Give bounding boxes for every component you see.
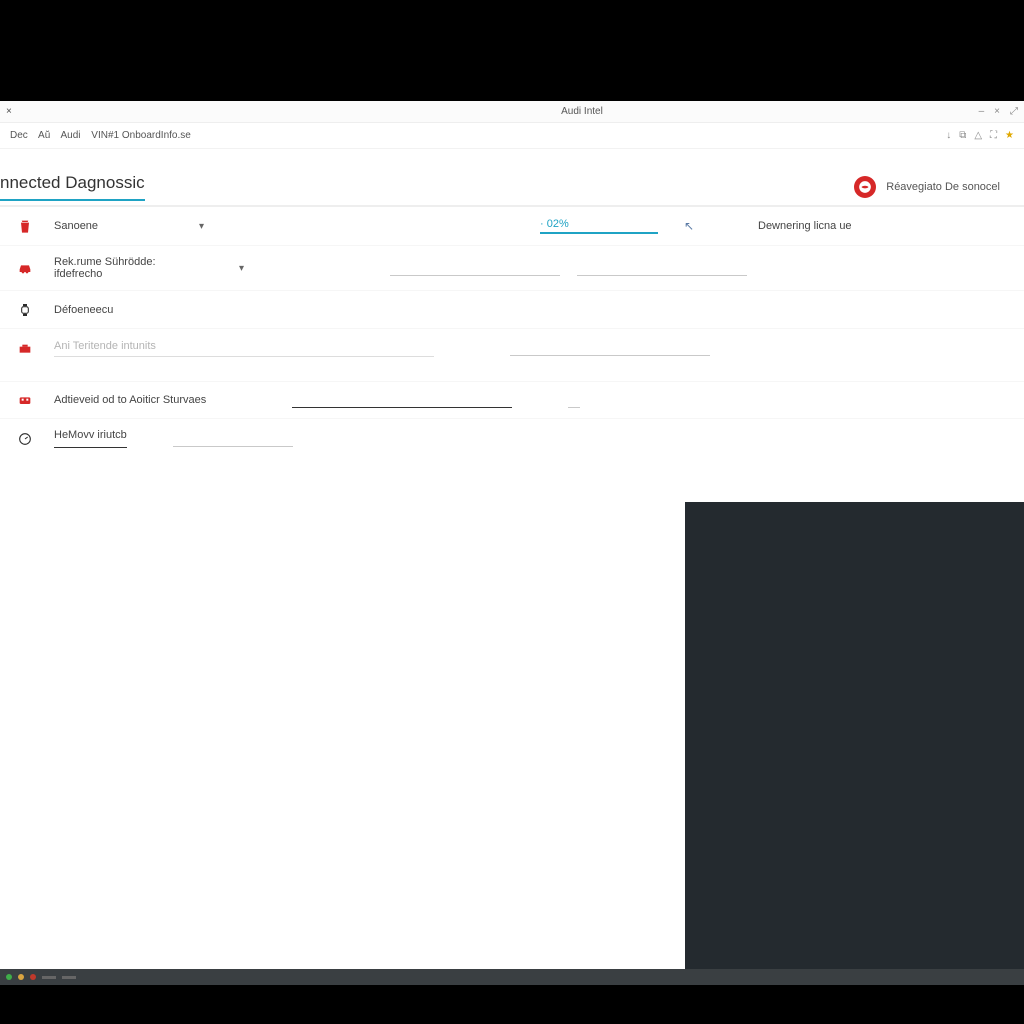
app-window: × Audi Intel – × ⤢ Dec Aŭ Audi VIN#1 Onb… [0, 101, 1024, 969]
chevron-down-icon: ▾ [239, 263, 244, 274]
taskbar[interactable] [0, 969, 1024, 985]
module-icon [14, 392, 36, 408]
vehicle-select-label: Rek.rume Sührödde: ifdefrecho [54, 256, 199, 280]
close-button[interactable]: × [994, 106, 1000, 117]
vehicle-field-1[interactable] [390, 260, 560, 276]
side-panel [685, 502, 1024, 969]
breadcrumb-item[interactable]: Aŭ [38, 130, 50, 141]
window-controls: – × ⤢ [958, 106, 1018, 117]
taskbar-dot-green[interactable] [6, 974, 12, 980]
header-action-label: Réavegiato De sonocel [886, 181, 1000, 193]
row-service: Sanoene ▾ · 02% ↖ Dewnering licna ue [0, 206, 1024, 246]
breadcrumb-item[interactable]: VIN#1 OnboardInfo.se [91, 130, 191, 141]
row-review-label: HeMovv iriutcb [54, 429, 127, 448]
fullscreen-icon[interactable]: ⛶ [990, 130, 997, 141]
header-action[interactable]: Réavegiato De sonocel [854, 176, 1008, 198]
brand-badge-icon [854, 176, 876, 198]
row-vehicle: Rek.rume Sührödde: ifdefrecho ▾ [0, 246, 1024, 291]
watch-icon [14, 302, 36, 318]
add-field-2[interactable] [510, 340, 710, 356]
maximize-button[interactable]: ⤢ [1010, 106, 1018, 117]
breadcrumb-bar: Dec Aŭ Audi VIN#1 OnboardInfo.se ↓ ⧉ △ ⛶… [0, 123, 1024, 149]
gauge-icon [14, 431, 36, 447]
chevron-down-icon: ▾ [199, 221, 204, 232]
row-review: HeMovv iriutcb [0, 419, 1024, 458]
breadcrumb-item[interactable]: Dec [10, 130, 28, 141]
percent-field[interactable]: · 02% [540, 218, 658, 234]
copy-icon[interactable]: ⧉ [959, 130, 966, 141]
warning-icon[interactable]: △ [974, 130, 982, 141]
add-placeholder[interactable]: Ani Teritende intunits [54, 340, 434, 357]
service-select[interactable]: Sanoene ▾ [54, 220, 204, 232]
service-select-label: Sanoene [54, 220, 98, 232]
star-icon[interactable]: ★ [1005, 130, 1014, 141]
titlebar-left: × [6, 106, 206, 117]
vehicle-field-2[interactable] [577, 260, 747, 276]
row-add: Ani Teritende intunits [0, 329, 1024, 367]
titlebar-token[interactable]: × [6, 106, 12, 117]
minimize-button[interactable]: – [979, 106, 985, 117]
cursor-icon: ↖ [684, 219, 694, 233]
letterbox-bottom [0, 985, 1024, 1024]
letterbox-top [0, 0, 1024, 101]
vehicle-select[interactable]: Rek.rume Sührödde: ifdefrecho ▾ [54, 256, 244, 280]
breadcrumb: Dec Aŭ Audi VIN#1 OnboardInfo.se [10, 130, 199, 141]
taskbar-dot-red[interactable] [30, 974, 36, 980]
row-advanced-label: Adtieveid od to Aoiticr Sturvaes [54, 394, 206, 406]
breadcrumb-item[interactable]: Audi [61, 130, 81, 141]
toolbox-icon [14, 340, 36, 356]
taskbar-segment[interactable] [42, 976, 56, 979]
advanced-field-2[interactable] [568, 392, 580, 408]
bin-icon [14, 218, 36, 234]
advanced-field[interactable] [292, 392, 512, 408]
row-right-label: Dewnering licna ue [758, 220, 852, 232]
content-header: nnected Dagnossic Réavegiato De sonocel [0, 149, 1024, 205]
row-module-label: Défoeneecu [54, 304, 113, 316]
car-icon [14, 260, 36, 276]
taskbar-dot-yellow[interactable] [18, 974, 24, 980]
page-title: nnected Dagnossic [0, 173, 145, 201]
download-icon[interactable]: ↓ [946, 130, 951, 141]
review-field[interactable] [173, 431, 293, 447]
titlebar: × Audi Intel – × ⤢ [0, 101, 1024, 123]
row-advanced: Adtieveid od to Aoiticr Sturvaes [0, 381, 1024, 419]
toolbar-icons: ↓ ⧉ △ ⛶ ★ [946, 130, 1014, 141]
window-title: Audi Intel [206, 106, 958, 117]
taskbar-segment[interactable] [62, 976, 76, 979]
form: Sanoene ▾ · 02% ↖ Dewnering licna ue Rek… [0, 206, 1024, 458]
row-module: Défoeneecu [0, 291, 1024, 329]
